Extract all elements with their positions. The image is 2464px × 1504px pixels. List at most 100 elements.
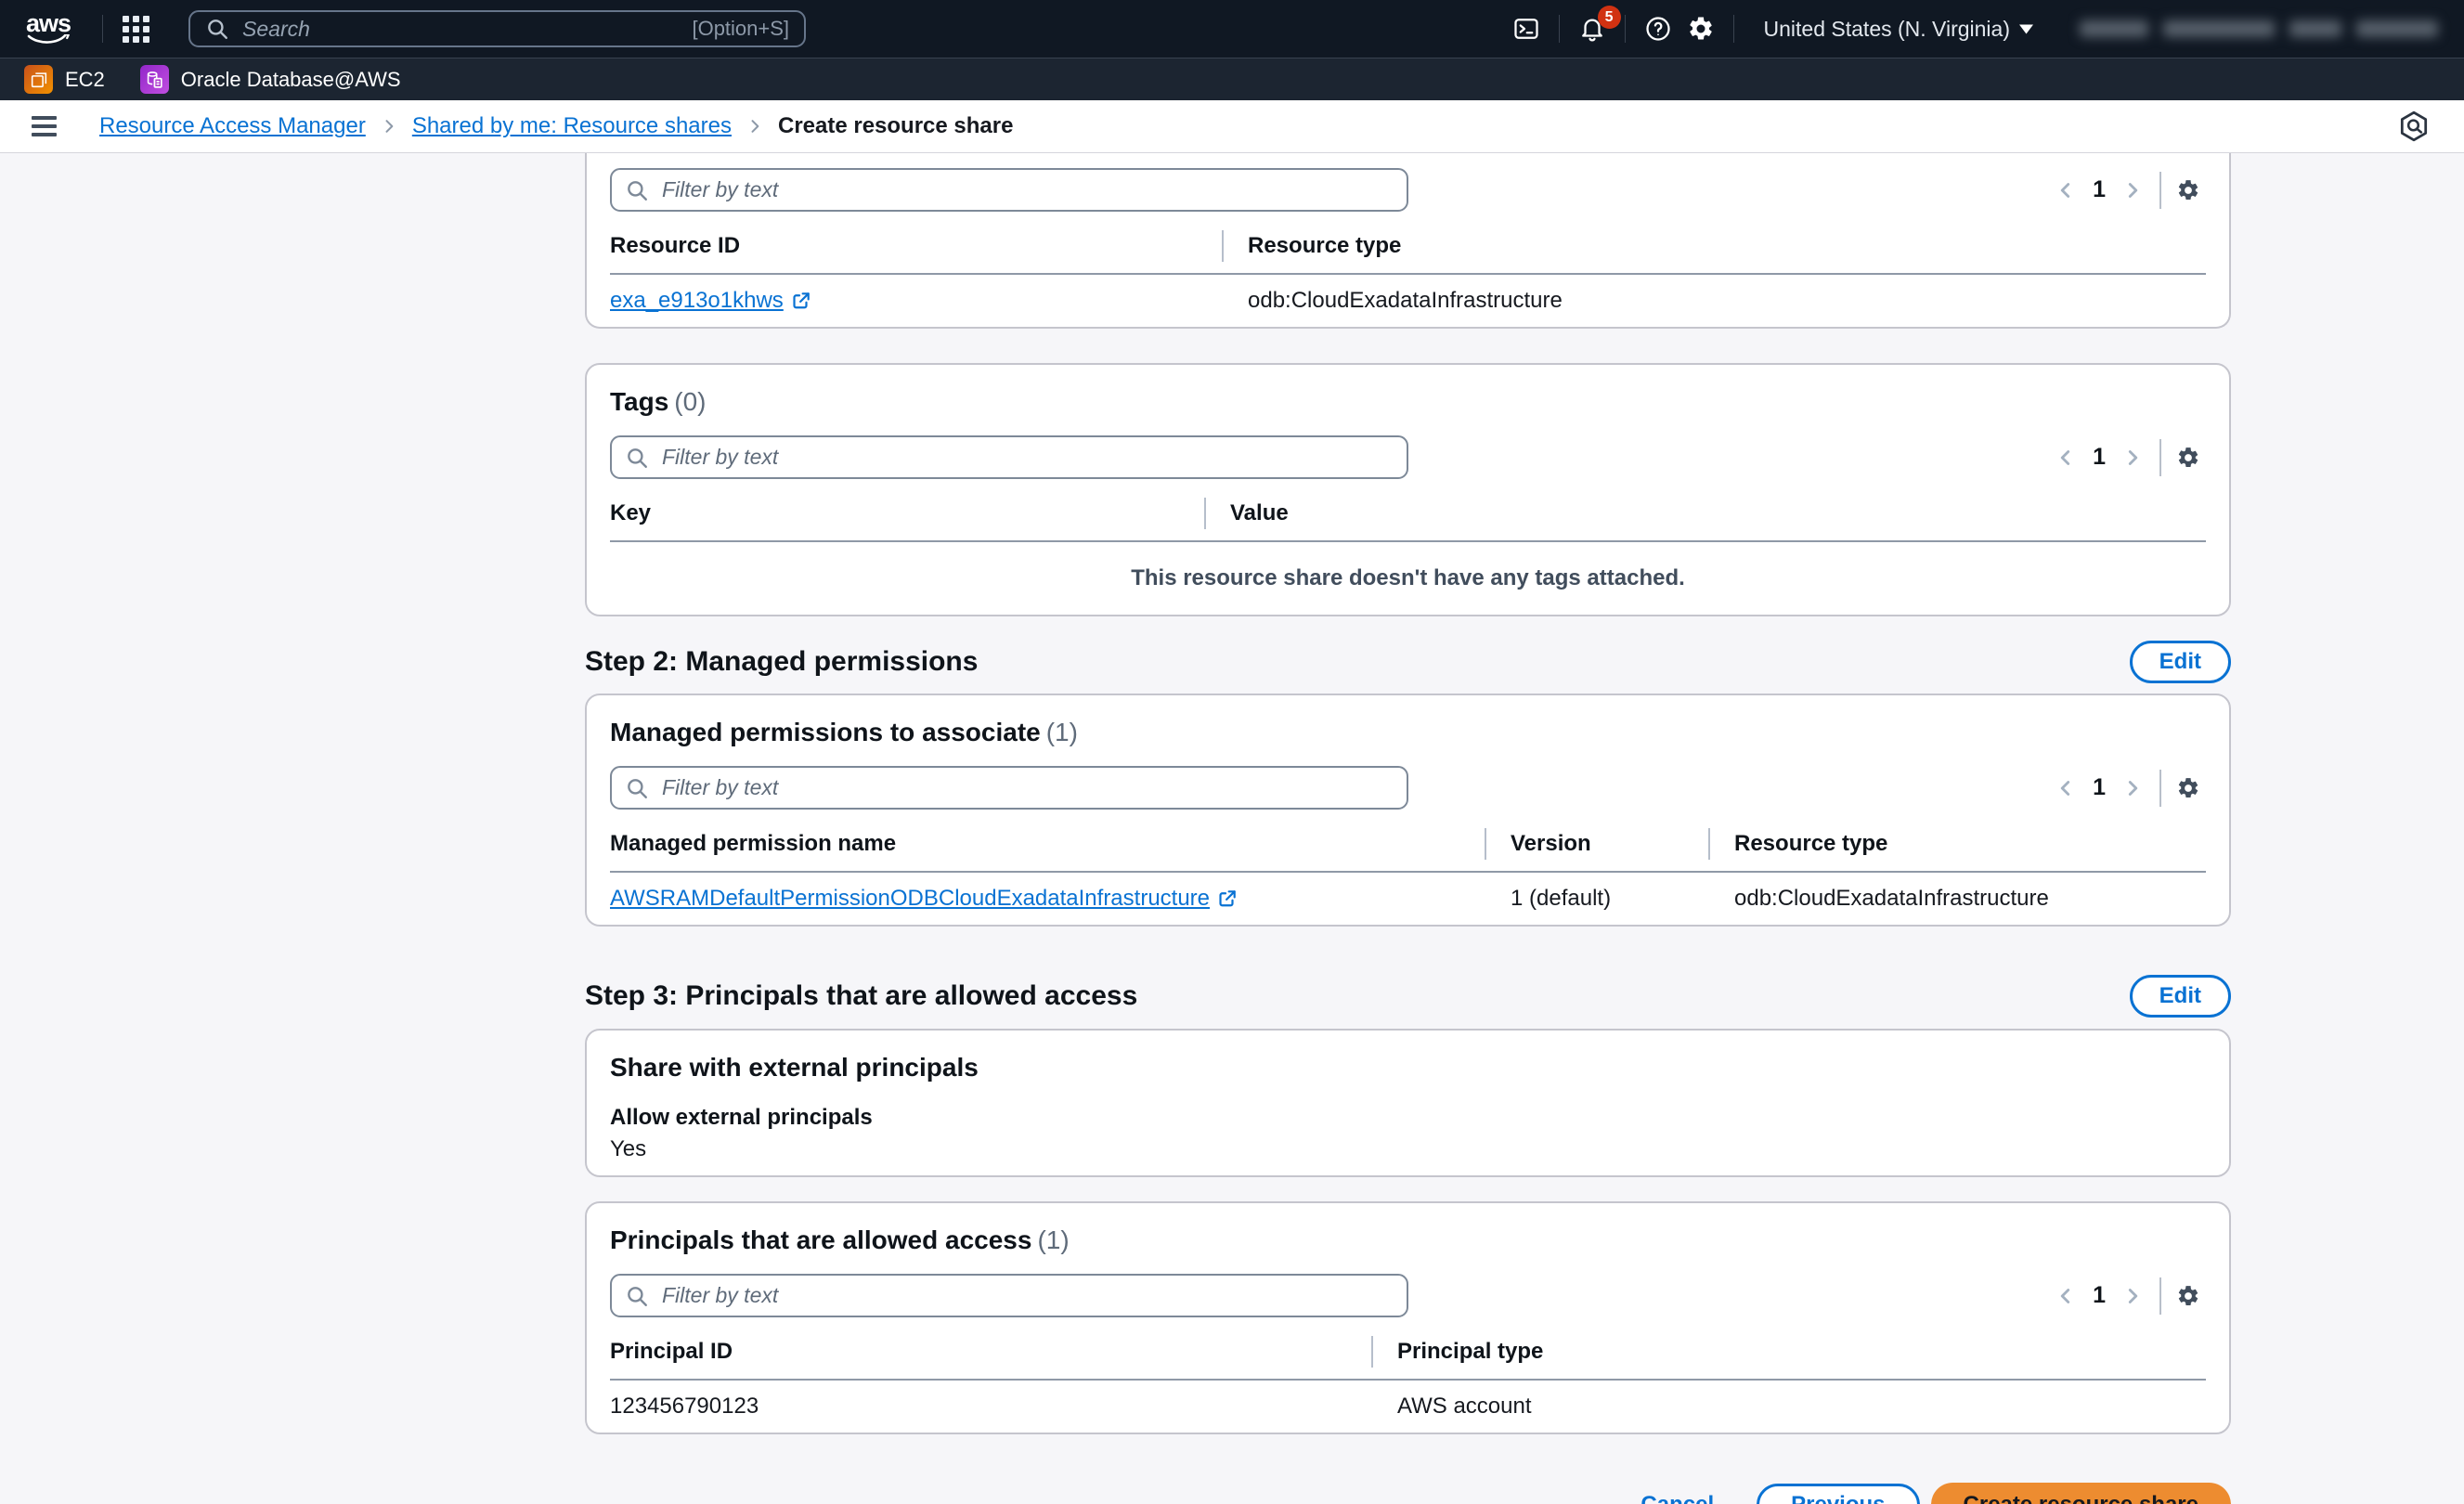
step3-heading: Step 3: Principals that are allowed acce… — [585, 980, 1137, 1012]
step3-header-row: Step 3: Principals that are allowed acce… — [585, 975, 2231, 1018]
help-icon[interactable] — [1637, 7, 1679, 50]
favorite-oracle-label: Oracle Database@AWS — [181, 68, 401, 92]
tags-table-header: Key Value — [610, 498, 2206, 542]
next-page-icon[interactable] — [2115, 173, 2150, 208]
chevron-right-icon — [746, 117, 764, 136]
permissions-filter-input[interactable] — [660, 774, 1394, 801]
resources-filter-input[interactable] — [660, 176, 1394, 203]
global-search[interactable]: [Option+S] — [188, 10, 806, 47]
page-number: 1 — [2083, 1282, 2115, 1309]
column-header: Resource ID — [610, 233, 1222, 259]
oracle-database-service-icon — [140, 65, 169, 94]
shared-resources-card: 1 Resource ID Resource type — [585, 153, 2231, 329]
aws-smile-icon — [27, 34, 70, 46]
managed-permissions-card: Managed permissions to associate(1) 1 — [585, 694, 2231, 927]
permissions-pagination: 1 — [2048, 770, 2206, 807]
top-navigation-bar: aws [Option+S] — [0, 0, 2464, 58]
table-settings-gear-icon[interactable] — [2171, 771, 2206, 806]
table-settings-gear-icon[interactable] — [2171, 440, 2206, 475]
topbar-divider — [1559, 15, 1560, 43]
table-settings-gear-icon[interactable] — [2171, 173, 2206, 208]
previous-page-icon[interactable] — [2048, 771, 2083, 806]
principals-count: (1) — [1037, 1225, 1069, 1254]
notifications-bell-icon[interactable]: 5 — [1571, 7, 1614, 50]
principals-filter-input[interactable] — [660, 1282, 1394, 1309]
principals-card: Principals that are allowed access(1) 1 — [585, 1201, 2231, 1434]
step2-heading: Step 2: Managed permissions — [585, 646, 978, 678]
breadcrumb: Resource Access Manager Shared by me: Re… — [99, 113, 1013, 139]
step3-edit-button[interactable]: Edit — [2130, 975, 2231, 1018]
tags-filter[interactable] — [610, 435, 1408, 479]
side-nav-menu-icon[interactable] — [28, 112, 60, 140]
permission-version-value: 1 (default) — [1511, 886, 1734, 912]
managed-permission-link[interactable]: AWSRAMDefaultPermissionODBCloudExadataIn… — [610, 886, 1210, 912]
tags-count: (0) — [674, 387, 706, 416]
table-settings-gear-icon[interactable] — [2171, 1278, 2206, 1314]
external-link-icon — [1217, 888, 1238, 909]
aws-logo[interactable]: aws — [26, 12, 71, 46]
resource-id-link[interactable]: exa_e913o1khws — [610, 288, 784, 314]
apps-grid-icon[interactable] — [114, 7, 157, 50]
resources-pagination: 1 — [2048, 172, 2206, 209]
topbar-divider — [1625, 15, 1626, 43]
breadcrumb-ram-link[interactable]: Resource Access Manager — [99, 113, 366, 139]
next-page-icon[interactable] — [2115, 440, 2150, 475]
permission-resource-type-value: odb:CloudExadataInfrastructure — [1734, 886, 2049, 912]
principal-id-value: 123456790123 — [610, 1394, 1397, 1420]
region-selector[interactable]: United States (N. Virginia) — [1758, 16, 2039, 43]
aws-console-screen: aws [Option+S] — [0, 0, 2464, 1504]
resources-filter[interactable] — [610, 168, 1408, 212]
next-page-icon[interactable] — [2115, 771, 2150, 806]
table-row: 123456790123 AWS account — [610, 1381, 2206, 1433]
managed-permissions-count: (1) — [1046, 718, 1078, 746]
favorite-ec2[interactable]: EC2 — [24, 65, 105, 94]
previous-page-icon[interactable] — [2048, 440, 2083, 475]
amazon-q-icon[interactable] — [2392, 109, 2436, 144]
search-input[interactable] — [240, 16, 681, 43]
breadcrumb-shares-link[interactable]: Shared by me: Resource shares — [412, 113, 732, 139]
previous-button[interactable]: Previous — [1757, 1484, 1919, 1504]
principals-pagination: 1 — [2048, 1277, 2206, 1315]
previous-page-icon[interactable] — [2048, 173, 2083, 208]
column-header: Resource type — [1734, 831, 1887, 857]
step2-header-row: Step 2: Managed permissions Edit — [585, 641, 2231, 683]
search-icon — [205, 17, 229, 41]
wizard-footer: Cancel Previous Create resource share — [585, 1483, 2231, 1504]
table-row: AWSRAMDefaultPermissionODBCloudExadataIn… — [610, 873, 2206, 925]
page-number: 1 — [2083, 444, 2115, 471]
managed-permissions-title: Managed permissions to associate(1) — [610, 718, 2206, 747]
table-row: exa_e913o1khws odb:CloudExadataInfrastru… — [610, 275, 2206, 327]
column-header: Managed permission name — [610, 831, 1485, 857]
resource-type-value: odb:CloudExadataInfrastructure — [1248, 288, 1563, 314]
cloudshell-icon[interactable] — [1505, 7, 1548, 50]
favorite-oracle-database[interactable]: Oracle Database@AWS — [140, 65, 401, 94]
column-header: Version — [1511, 831, 1708, 857]
external-principals-card: Share with external principals Allow ext… — [585, 1029, 2231, 1177]
next-page-icon[interactable] — [2115, 1278, 2150, 1314]
account-menu-redacted[interactable] — [2080, 20, 2438, 37]
previous-page-icon[interactable] — [2048, 1278, 2083, 1314]
step2-edit-button[interactable]: Edit — [2130, 641, 2231, 683]
page-number: 1 — [2083, 176, 2115, 203]
principals-table-header: Principal ID Principal type — [610, 1336, 2206, 1381]
principals-title: Principals that are allowed access(1) — [610, 1225, 2206, 1255]
breadcrumb-current: Create resource share — [778, 113, 1013, 139]
favorite-ec2-label: EC2 — [65, 68, 105, 92]
external-principals-title: Share with external principals — [610, 1053, 2206, 1083]
create-resource-share-button[interactable]: Create resource share — [1931, 1483, 2231, 1504]
permissions-filter[interactable] — [610, 766, 1408, 810]
favorites-bar: EC2 Oracle Database@AWS — [0, 58, 2464, 100]
principals-filter[interactable] — [610, 1274, 1408, 1317]
column-header: Resource type — [1248, 233, 1401, 259]
permissions-table-header: Managed permission name Version Resource… — [610, 828, 2206, 873]
tags-filter-input[interactable] — [660, 444, 1394, 471]
search-icon — [625, 1284, 649, 1308]
tags-empty-message: This resource share doesn't have any tag… — [610, 542, 2206, 615]
tags-card: Tags(0) 1 — [585, 363, 2231, 616]
chevron-right-icon — [380, 117, 398, 136]
column-header: Principal type — [1397, 1339, 1543, 1365]
cancel-button[interactable]: Cancel — [1635, 1491, 1719, 1504]
breadcrumb-bar: Resource Access Manager Shared by me: Re… — [0, 100, 2464, 153]
settings-gear-icon[interactable] — [1679, 7, 1722, 50]
aws-logo-text: aws — [26, 12, 71, 34]
